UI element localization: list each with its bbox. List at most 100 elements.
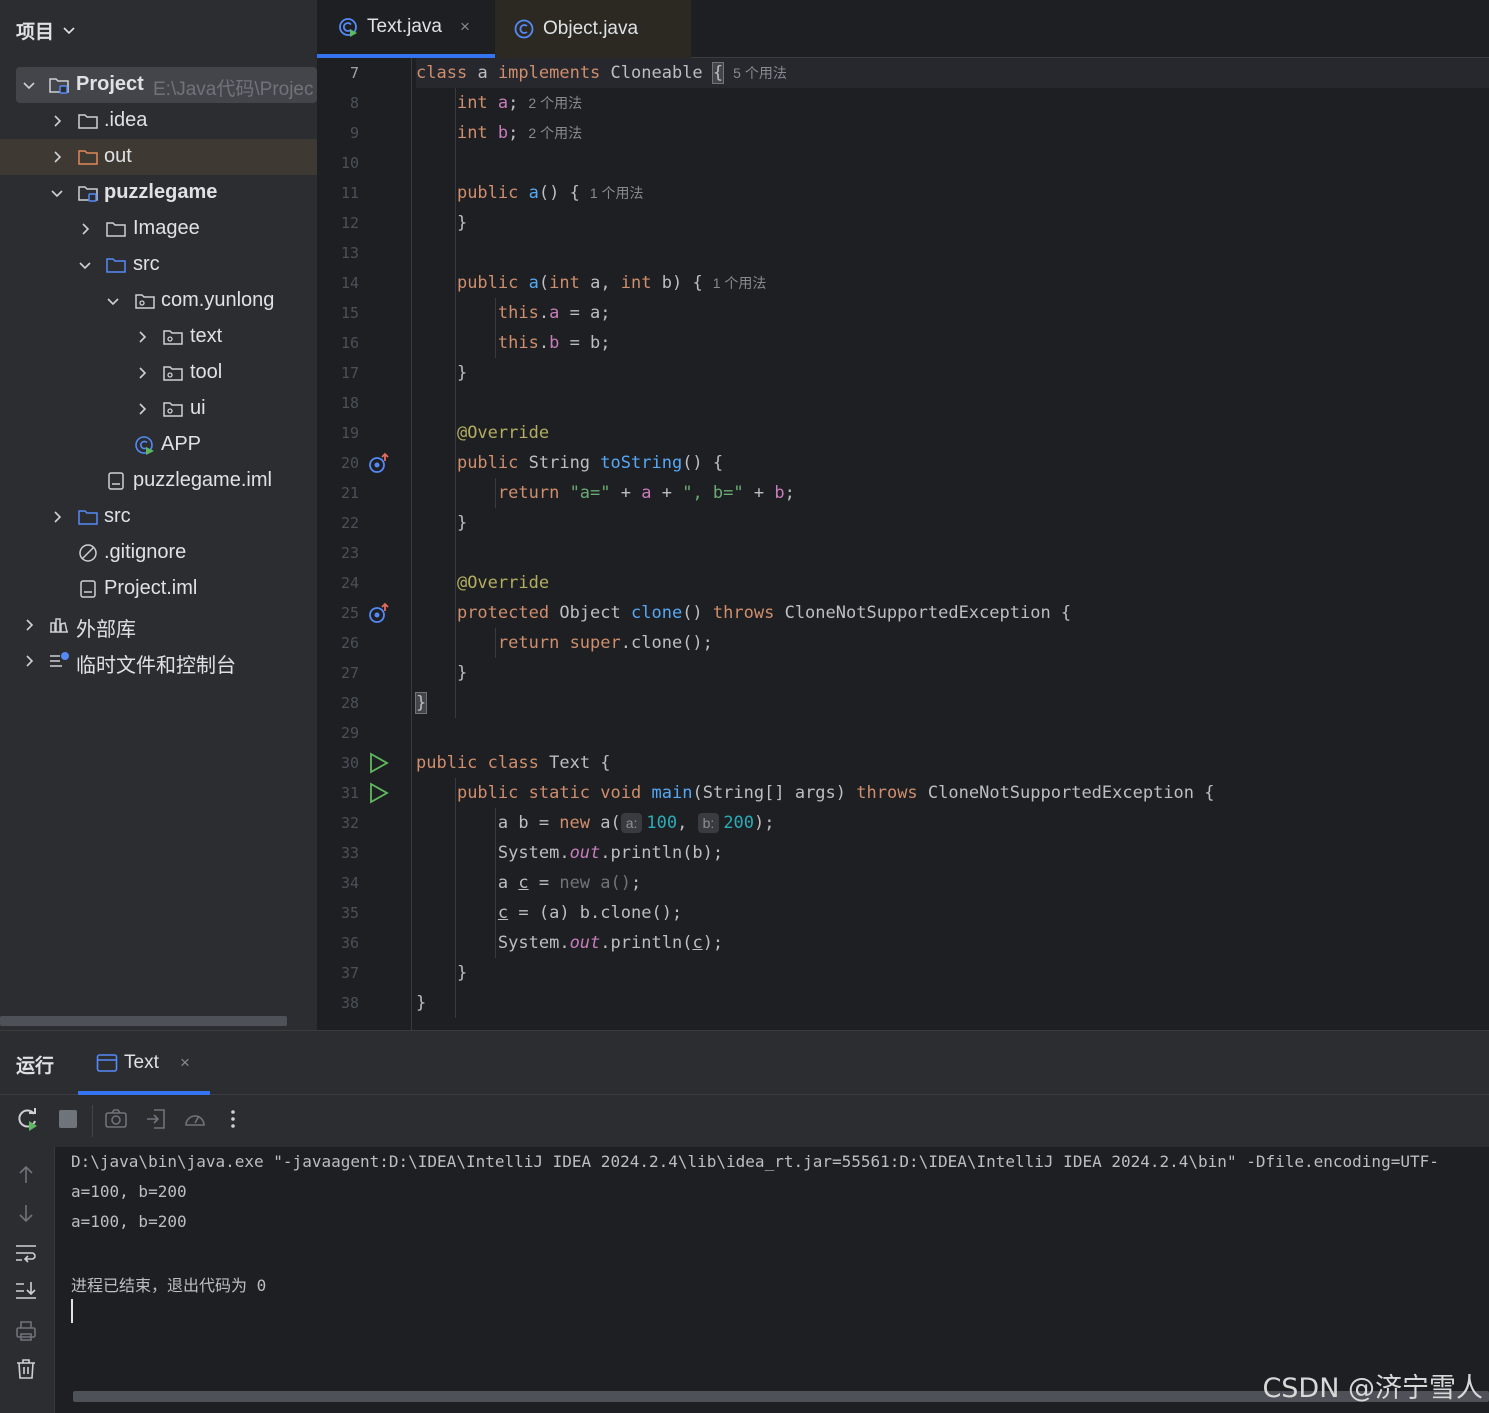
code-line[interactable]: } (416, 988, 426, 1018)
code-line[interactable]: System.out.println(c); (416, 928, 723, 958)
code-line[interactable]: int b; 2 个用法 (416, 118, 582, 148)
tab-object-java[interactable]: Object.java (495, 0, 691, 58)
identifier: Text (549, 753, 591, 773)
code-line[interactable]: this.b = b; (416, 328, 611, 358)
code-line[interactable]: public static void main(String[] args) t… (416, 778, 1215, 808)
editor-area: Text.java × Object.java 7 8 9 10 11 12 13 14 15 1… (317, 0, 1489, 1030)
line-number: 18 (340, 394, 359, 412)
chevron-right-icon[interactable] (50, 114, 64, 128)
arrow-up-icon[interactable] (14, 1163, 38, 1187)
usages-hint[interactable]: 2 个用法 (528, 95, 582, 111)
chevron-down-icon[interactable] (62, 23, 76, 37)
soft-wrap-icon[interactable] (14, 1241, 38, 1265)
project-panel-header[interactable]: 项目 (0, 0, 317, 60)
code-editor[interactable]: class a implements Cloneable {5 个用法 int … (414, 58, 1489, 1030)
code-line[interactable]: } (416, 658, 467, 688)
code-line[interactable]: public a() {1 个用法 (416, 178, 644, 208)
package-icon (135, 294, 155, 309)
chevron-right-icon[interactable] (22, 654, 36, 668)
tree-item[interactable]: Imagee (0, 211, 317, 247)
code-line[interactable]: return "a=" + a + ", b=" + b; (416, 478, 795, 508)
project-horizontal-scrollbar[interactable] (0, 1016, 287, 1026)
usages-hint[interactable]: 1 个用法 (590, 185, 644, 201)
code-line[interactable]: } (416, 208, 467, 238)
line-number: 32 (340, 814, 359, 832)
constructor-name: a (528, 273, 539, 293)
tree-item[interactable]: src (0, 247, 317, 283)
chevron-right-icon[interactable] (50, 150, 64, 164)
tree-item[interactable]: com.yunlong (0, 283, 317, 319)
run-icon[interactable] (367, 782, 389, 804)
chevron-down-icon[interactable] (50, 186, 64, 200)
code-line[interactable]: a b = new a(a: 100, b: 200); (416, 808, 775, 838)
override-method-icon[interactable] (367, 602, 389, 624)
editor-gutter[interactable]: 7 8 9 10 11 12 13 14 15 16 17 18 19 20 21 22 23 24 25 26 27 2… (317, 58, 412, 1030)
code-line[interactable]: } (416, 358, 467, 388)
usages-hint[interactable]: 5 个用法 (733, 65, 787, 81)
tree-item[interactable]: APP (0, 427, 317, 463)
more-vertical-icon[interactable] (221, 1107, 245, 1131)
code-line[interactable]: int a; 2 个用法 (416, 88, 582, 118)
code-line[interactable]: @Override (416, 568, 549, 598)
tree-item[interactable]: Project E:\Java代码\Projec (16, 67, 317, 103)
run-tab-text[interactable]: Text × (78, 1031, 210, 1095)
usages-hint[interactable]: 2 个用法 (528, 125, 582, 141)
close-icon[interactable]: × (180, 1053, 190, 1073)
tree-item[interactable]: out (0, 139, 317, 175)
tree-item[interactable]: .gitignore (0, 535, 317, 571)
chevron-right-icon[interactable] (135, 330, 149, 344)
code-line[interactable]: System.out.println(b); (416, 838, 723, 868)
chevron-down-icon[interactable] (106, 294, 120, 308)
code-line[interactable]: } (416, 958, 467, 988)
code-line[interactable]: public class Text { (416, 748, 611, 778)
chevron-right-icon[interactable] (22, 618, 36, 632)
print-icon[interactable] (14, 1319, 38, 1343)
tree-item[interactable]: text (0, 319, 317, 355)
chevron-down-icon[interactable] (22, 78, 36, 92)
override-method-icon[interactable] (367, 452, 389, 474)
tree-item[interactable]: 临时文件和控制台 (0, 643, 317, 679)
stop-icon[interactable] (56, 1107, 80, 1131)
scroll-to-end-icon[interactable] (14, 1279, 38, 1303)
code-line[interactable]: return super.clone(); (416, 628, 713, 658)
tab-text-java[interactable]: Text.java × (317, 0, 495, 58)
chevron-right-icon[interactable] (135, 366, 149, 380)
line-number: 8 (349, 94, 359, 112)
code-line[interactable]: public a(int a, int b) {1 个用法 (416, 268, 766, 298)
camera-icon[interactable] (104, 1107, 128, 1131)
trash-icon[interactable] (14, 1357, 38, 1381)
code-line[interactable]: class a implements Cloneable {5 个用法 (416, 58, 1489, 88)
tree-item[interactable]: .idea (0, 103, 317, 139)
tree-item[interactable]: ui (0, 391, 317, 427)
arrow-down-icon[interactable] (14, 1201, 38, 1225)
code-line[interactable]: } (416, 508, 467, 538)
tree-item[interactable]: puzzlegame.iml (0, 463, 317, 499)
identifier: a (477, 63, 488, 83)
tree-item[interactable]: src (0, 499, 317, 535)
chevron-right-icon[interactable] (50, 510, 64, 524)
code-line[interactable]: public String toString() { (416, 448, 723, 478)
folder-icon (106, 222, 126, 237)
rerun-icon[interactable] (15, 1107, 39, 1131)
code-line[interactable]: this.a = a; (416, 298, 611, 328)
tree-item[interactable]: tool (0, 355, 317, 391)
usages-hint[interactable]: 1 个用法 (713, 275, 767, 291)
close-icon[interactable]: × (460, 17, 470, 37)
tree-item[interactable]: Project.iml (0, 571, 317, 607)
run-icon[interactable] (367, 752, 389, 774)
project-panel-title[interactable]: 项目 (16, 17, 54, 44)
string-literal: ", b=" (682, 483, 744, 503)
code-line[interactable]: c = (a) b.clone(); (416, 898, 682, 928)
tree-item[interactable]: 外部库 (0, 607, 317, 643)
code-line[interactable]: a c = new a(); (416, 868, 641, 898)
code-line[interactable]: @Override (416, 418, 549, 448)
tree-item[interactable]: puzzlegame (0, 175, 317, 211)
field: b (497, 123, 509, 143)
profiler-icon[interactable] (183, 1107, 207, 1131)
chevron-right-icon[interactable] (135, 402, 149, 416)
code-line[interactable]: } (414, 688, 428, 718)
code-line[interactable]: protected Object clone() throws CloneNot… (416, 598, 1071, 628)
login-icon[interactable] (144, 1107, 168, 1131)
chevron-down-icon[interactable] (78, 258, 92, 272)
chevron-right-icon[interactable] (78, 222, 92, 236)
